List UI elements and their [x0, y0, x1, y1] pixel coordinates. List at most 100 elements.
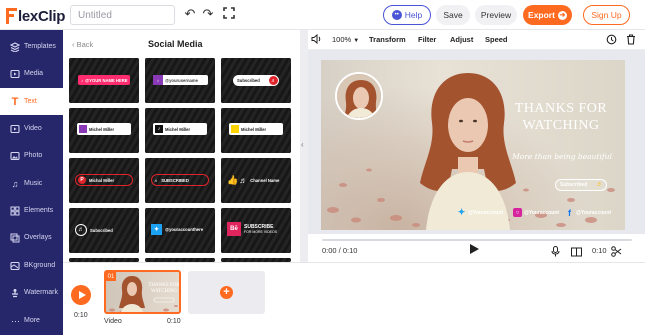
canvas-subtitle[interactable]: More than being beautiful	[507, 152, 617, 161]
microphone-icon[interactable]	[551, 244, 560, 262]
sidebar-item-watermark[interactable]: Watermark	[0, 279, 63, 306]
social-template-tile[interactable]: Michel Miller	[221, 108, 291, 153]
social-template-tile[interactable]: ○ @yourusername	[145, 58, 215, 103]
add-clip-button[interactable]: +	[188, 271, 265, 314]
tile-subtext: FOR MORE VIDEOS	[244, 230, 278, 234]
social-template-tile[interactable]: ✦ @youraccounthere	[145, 208, 215, 253]
help-label: Help	[404, 10, 423, 20]
bell-icon: ♬	[596, 181, 603, 188]
save-button[interactable]: Save	[436, 5, 470, 25]
project-title-input[interactable]	[70, 5, 175, 25]
sidebar-item-text[interactable]: T Text	[0, 88, 63, 115]
canvas-title-line2: WATCHING	[522, 118, 600, 133]
arrow-right-icon: ➜	[557, 10, 567, 20]
sidebar-item-label: Text	[24, 98, 37, 105]
back-label: Back	[76, 40, 94, 49]
social-template-tile[interactable]: Subscribed ♬	[221, 58, 291, 103]
scissors-icon[interactable]	[611, 244, 622, 262]
volume-icon[interactable]	[311, 33, 322, 46]
tile-chip: ♬ SUBSCRIBED	[151, 174, 209, 186]
sidebar-item-video[interactable]: Video	[0, 115, 63, 142]
panel-collapse-handle[interactable]: ‹	[300, 30, 308, 262]
sidebar-item-more[interactable]: ⋯ More	[0, 307, 63, 334]
tool-speed[interactable]: Speed	[485, 35, 508, 44]
logo-text: lexClip	[18, 7, 66, 25]
preview-button[interactable]: Preview	[475, 5, 517, 25]
left-sidebar: Templates Media T Text Video Photo ♫ Mus…	[0, 30, 63, 335]
sidebar-item-media[interactable]: Media	[0, 60, 63, 87]
sidebar-item-label: Watermark	[24, 289, 58, 296]
trash-icon[interactable]	[626, 34, 636, 47]
pinterest-icon: P	[78, 176, 86, 184]
media-icon	[10, 69, 20, 79]
play-icon[interactable]	[470, 244, 479, 254]
like-icon: 👍	[227, 174, 239, 185]
portrait-photo	[420, 73, 516, 230]
tool-filter[interactable]: Filter	[418, 35, 436, 44]
sidebar-item-templates[interactable]: Templates	[0, 33, 63, 60]
social-media-panel: ‹ Back Social Media ♪ @YOUR NAME HERE ○ …	[63, 30, 300, 262]
tile-text: Michal Miller	[89, 177, 115, 183]
split-view-icon[interactable]	[571, 244, 582, 262]
clip-type-label: Video	[104, 318, 122, 325]
sidebar-item-elements[interactable]: Elements	[0, 197, 63, 224]
chevron-down-icon: ▼	[353, 38, 360, 44]
playback-time: 0:00 / 0:10	[322, 246, 358, 255]
fullscreen-icon[interactable]	[222, 7, 236, 21]
redo-icon[interactable]: ↷	[201, 7, 215, 21]
sidebar-item-label: Media	[24, 70, 44, 77]
instagram-icon: ○	[513, 208, 522, 217]
snapchat-icon	[231, 125, 239, 133]
tool-adjust[interactable]: Adjust	[450, 35, 473, 44]
tile-chip: ○ @yourusername	[153, 75, 208, 85]
sidebar-item-label: Elements	[24, 207, 54, 214]
plus-icon: +	[220, 286, 233, 299]
history-icon[interactable]	[606, 34, 617, 47]
sidebar-item-label: Photo	[24, 152, 43, 159]
zoom-select[interactable]: 100% ▼	[332, 35, 359, 44]
help-button[interactable]: •• Help	[383, 5, 431, 25]
social-template-tile[interactable]: Michel Miller	[69, 108, 139, 153]
social-template-tile[interactable]: ♬ Subscribed	[69, 208, 139, 253]
export-button[interactable]: Export ➜	[523, 5, 572, 25]
tool-transform[interactable]: Transform	[369, 35, 406, 44]
tile-text: @youraccounthere	[165, 227, 204, 232]
flexclip-logo[interactable]: lexClip	[6, 7, 65, 25]
social-template-tile[interactable]: P Michal Miller	[69, 158, 139, 203]
logo-mark-icon	[6, 8, 17, 24]
sidebar-item-music[interactable]: ♫ Music	[0, 170, 63, 197]
timeline-clip[interactable]: THANKS FOR WATCHING 01	[104, 270, 181, 314]
tile-text-group: SUBSCRIBE FOR MORE VIDEOS	[244, 224, 277, 234]
sidebar-item-overlays[interactable]: Overlays	[0, 224, 63, 251]
export-label: Export	[528, 10, 555, 20]
bell-icon: ♬	[269, 76, 278, 85]
social-template-tile[interactable]: ♪ @YOUR NAME HERE	[69, 58, 139, 103]
tile-text: Channel Name	[250, 177, 280, 183]
canvas-social-instagram[interactable]: ○ @Youraccount	[513, 208, 559, 217]
watermark-icon	[10, 288, 20, 298]
sign-up-button[interactable]: Sign Up	[583, 5, 630, 25]
social-template-tile[interactable]: ♬ SUBSCRIBED	[145, 158, 215, 203]
sidebar-item-bkground[interactable]: BKground	[0, 252, 63, 279]
undo-icon[interactable]: ↶	[183, 7, 197, 21]
social-handle: @Youraccount	[524, 209, 560, 216]
canvas-title[interactable]: THANKS FOR WATCHING	[501, 100, 621, 134]
back-button[interactable]: ‹ Back	[72, 40, 93, 49]
canvas-subscribe-chip[interactable]: Subscribed ♬	[555, 179, 607, 191]
bell-icon: ♬	[75, 224, 87, 236]
sidebar-item-photo[interactable]: Photo	[0, 142, 63, 169]
tile-chip: Subscribed ♬	[233, 75, 279, 86]
playback-progress-bar[interactable]	[322, 239, 632, 241]
video-canvas[interactable]: THANKS FOR WATCHING More than being beau…	[321, 60, 625, 230]
canvas-social-twitter[interactable]: ✦ @Youraccount	[457, 207, 503, 217]
subscribe-chip-label: Subscribed	[560, 182, 588, 188]
canvas-social-facebook[interactable]: f @Youraccount	[565, 208, 611, 218]
social-template-tile[interactable]: ♪ Michel Miller	[145, 108, 215, 153]
top-bar: lexClip ↶ ↷ •• Help Save Preview Export …	[0, 0, 645, 30]
social-template-tile[interactable]: 👍 ♬ Channel Name	[221, 158, 291, 203]
social-template-tile[interactable]: Bē SUBSCRIBE FOR MORE VIDEOS	[221, 208, 291, 253]
tile-chip: Michel Miller	[77, 123, 131, 135]
timeline-play-button[interactable]	[71, 285, 91, 305]
tiktok-icon: ♪	[155, 125, 163, 133]
clip-number-badge: 01	[106, 272, 116, 281]
